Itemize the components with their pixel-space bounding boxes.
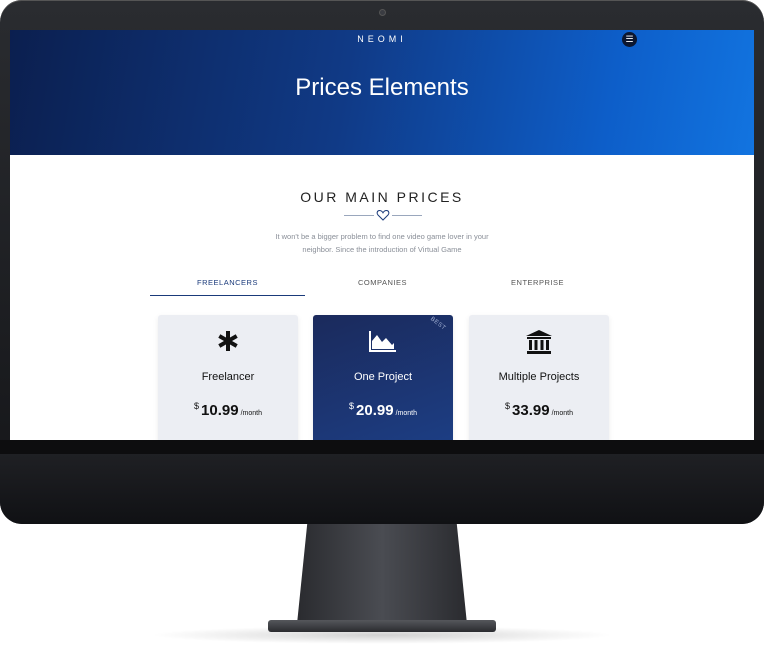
price-period: /month	[240, 410, 262, 417]
price-card-freelancer[interactable]: Freelancer $10.99/month	[158, 315, 298, 440]
plan-price: $10.99/month	[158, 401, 298, 420]
price-card-one-project[interactable]: BEST One Project $20.99/month	[313, 315, 453, 440]
brand-logo[interactable]: NEOMI	[10, 34, 754, 44]
area-chart-icon	[369, 331, 396, 352]
monitor-frame: NEOMI ☰ Prices Elements OUR MAIN PRICES …	[0, 0, 764, 524]
price-period: /month	[551, 410, 573, 417]
monitor-chin	[0, 440, 764, 524]
plan-name: Multiple Projects	[498, 371, 580, 383]
plan-name: One Project	[353, 371, 413, 383]
price-currency: $	[505, 401, 511, 411]
plan-price: $33.99/month	[469, 401, 609, 420]
section-subtitle: It won't be a bigger problem to find one…	[275, 232, 489, 254]
monitor-stand-base	[268, 620, 496, 632]
camera	[379, 9, 386, 16]
price-amount: 20.99	[356, 402, 394, 419]
price-period: /month	[395, 410, 417, 417]
plan-price: $20.99/month	[313, 401, 453, 420]
hamburger-icon: ☰	[625, 34, 634, 44]
bank-icon	[526, 330, 552, 354]
menu-button[interactable]: ☰	[622, 32, 637, 47]
pricing-tabs: FREELANCERS COMPANIES ENTERPRISE	[150, 274, 615, 296]
section-title: OUR MAIN PRICES	[300, 189, 464, 205]
divider-line-left	[344, 215, 374, 216]
price-amount: 10.99	[201, 402, 239, 419]
heart-icon	[376, 209, 390, 221]
price-currency: $	[194, 401, 200, 411]
page-title: Prices Elements	[295, 74, 469, 101]
price-currency: $	[349, 401, 355, 411]
screen: NEOMI ☰ Prices Elements OUR MAIN PRICES …	[10, 30, 754, 440]
hero-banner: NEOMI ☰ Prices Elements	[10, 30, 754, 155]
tab-companies[interactable]: COMPANIES	[305, 274, 460, 296]
tab-enterprise[interactable]: ENTERPRISE	[460, 274, 615, 296]
plan-name: Freelancer	[201, 371, 255, 383]
tab-freelancers[interactable]: FREELANCERS	[150, 274, 305, 296]
price-amount: 33.99	[512, 402, 550, 419]
monitor-stand	[297, 524, 467, 624]
section-divider	[344, 208, 422, 222]
asterisk-icon	[218, 331, 238, 351]
price-card-multiple-projects[interactable]: Multiple Projects $33.99/month	[469, 315, 609, 440]
divider-line-right	[392, 215, 422, 216]
